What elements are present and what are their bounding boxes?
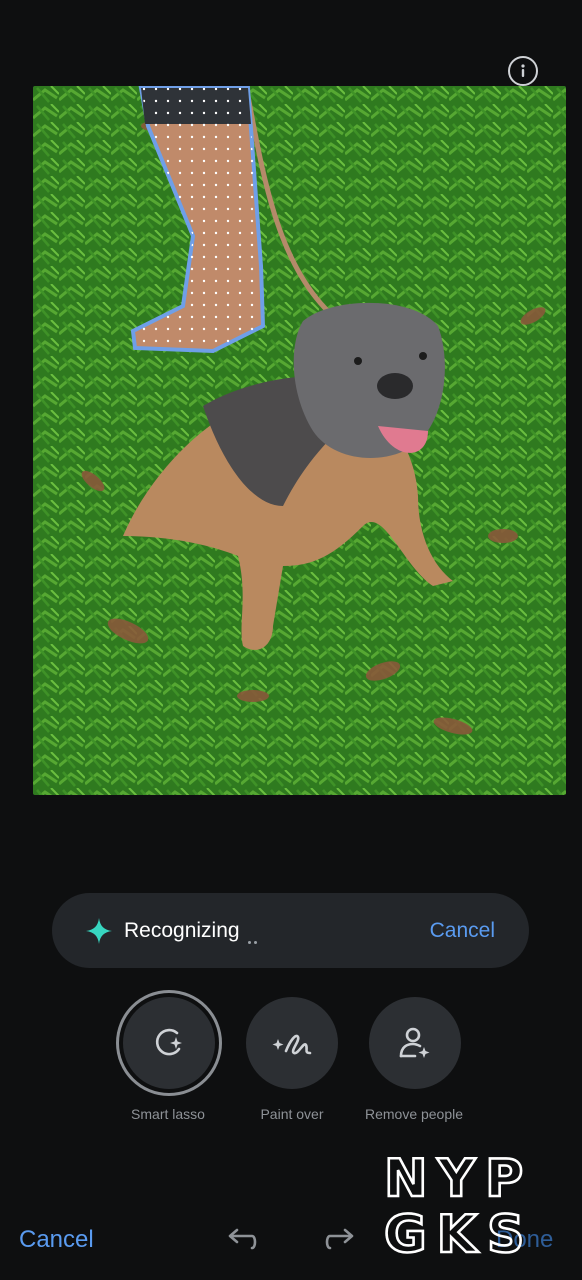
status-cancel-button[interactable]: Cancel (430, 919, 495, 943)
progress-dots (248, 931, 260, 949)
redo-icon[interactable] (324, 1226, 358, 1252)
svg-text:GKS: GKS (384, 1205, 534, 1258)
remove-people-button[interactable] (369, 997, 461, 1089)
photo-canvas (33, 86, 566, 795)
info-icon (521, 64, 525, 77)
nypgks-watermark-logo: NYP GKS (383, 1150, 534, 1258)
paint-over-button[interactable] (246, 997, 338, 1089)
remove-people-icon (399, 1027, 430, 1058)
recognizing-status-text: Recognizing (124, 919, 240, 942)
paint-over-icon (272, 1034, 312, 1055)
undo-icon[interactable] (224, 1226, 258, 1252)
smart-lasso-icon (155, 1028, 182, 1056)
info-button[interactable] (508, 56, 538, 86)
sparkle-icon (86, 918, 112, 944)
remove-people-label: Remove people (364, 1106, 464, 1122)
edited-photo[interactable] (33, 86, 566, 795)
recognition-status-bar: Recognizing Cancel (52, 893, 529, 968)
svg-text:NYP: NYP (384, 1150, 533, 1209)
smart-lasso-button[interactable] (123, 997, 215, 1089)
cancel-button[interactable]: Cancel (19, 1226, 94, 1254)
